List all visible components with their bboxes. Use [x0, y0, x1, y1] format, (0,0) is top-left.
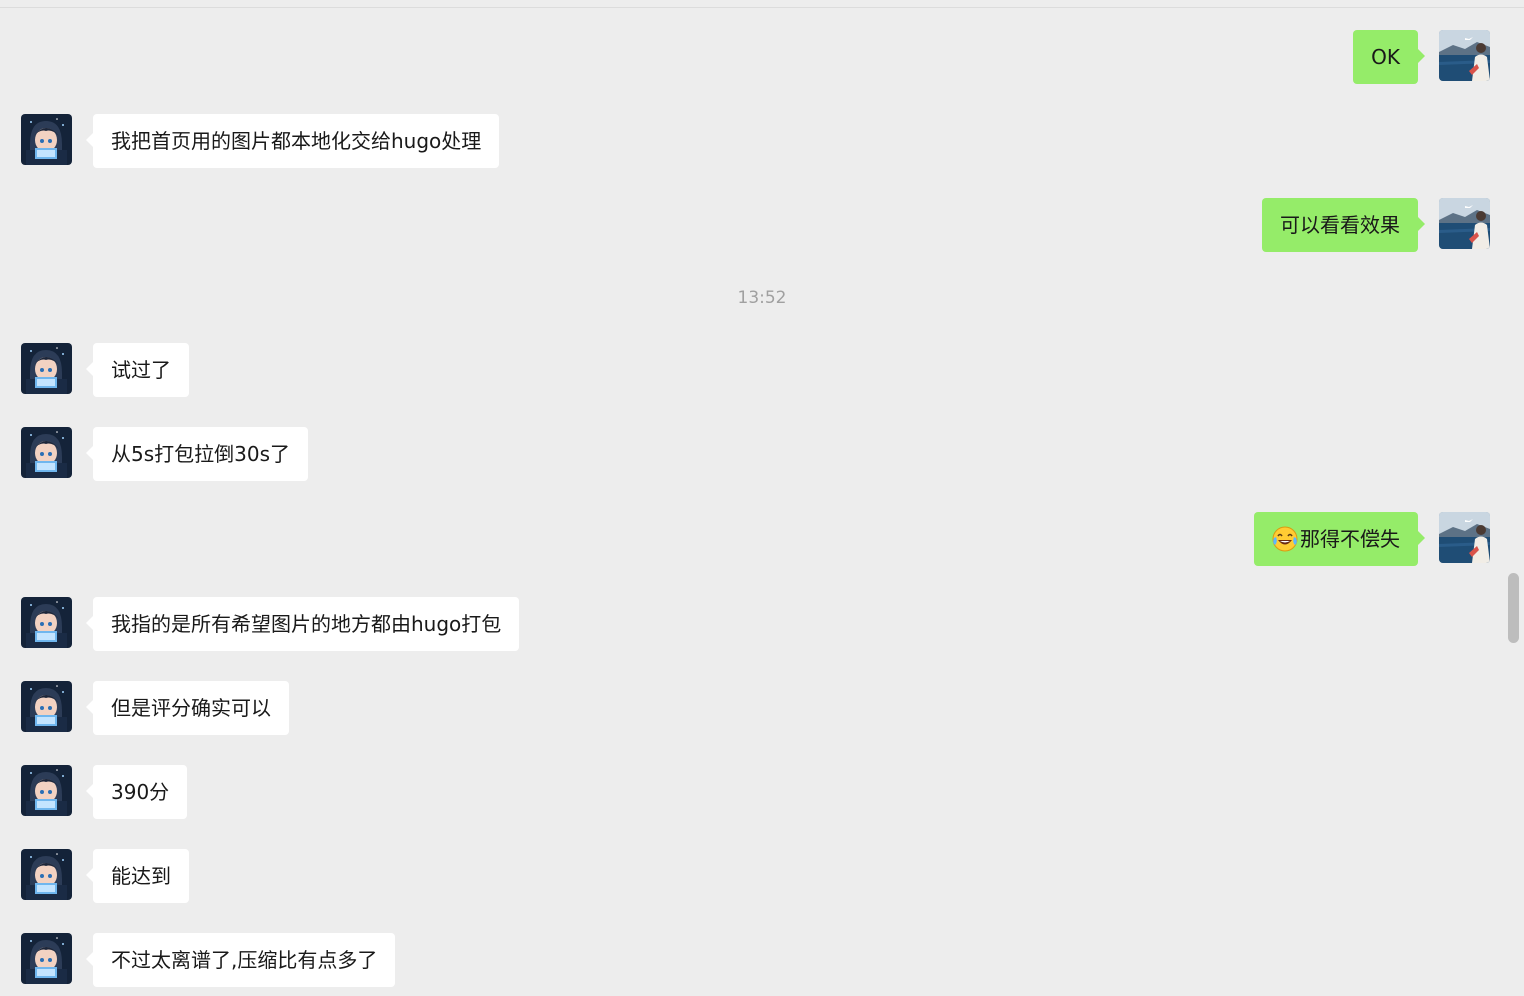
- message-bubble-received[interactable]: 不过太离谱了,压缩比有点多了: [85, 933, 396, 987]
- message-bubble-received[interactable]: 我把首页用的图片都本地化交给hugo处理: [85, 114, 500, 168]
- seaside-avatar-icon[interactable]: [1439, 198, 1490, 249]
- anime-hooded-avatar-icon[interactable]: [21, 681, 72, 732]
- chat-panel: OK 我把首页用的图片都本地化交给hugo处理 可以看看效果 13:52 试过了…: [0, 0, 1524, 996]
- message-bubble-sent[interactable]: OK: [1353, 30, 1425, 84]
- anime-hooded-avatar-icon[interactable]: [21, 597, 72, 648]
- message-bubble-received[interactable]: 390分: [85, 765, 188, 819]
- message-bubble-received[interactable]: 能达到: [86, 849, 189, 903]
- chat-timestamp: 13:52: [737, 288, 787, 308]
- scrollbar-thumb[interactable]: [1508, 573, 1519, 643]
- anime-hooded-avatar-icon[interactable]: [21, 427, 72, 478]
- message-bubble-sent[interactable]: 可以看看效果: [1262, 198, 1425, 252]
- anime-hooded-avatar-icon[interactable]: [21, 765, 72, 816]
- seaside-avatar-icon[interactable]: [1439, 30, 1490, 81]
- seaside-avatar-icon[interactable]: [1439, 512, 1490, 563]
- laugh-cry-emoji-icon: [1272, 526, 1298, 551]
- anime-hooded-avatar-icon[interactable]: [21, 343, 72, 394]
- anime-hooded-avatar-icon[interactable]: [21, 114, 72, 165]
- anime-hooded-avatar-icon[interactable]: [21, 849, 72, 900]
- message-bubble-received[interactable]: 从5s打包拉倒30s了: [85, 427, 309, 481]
- anime-hooded-avatar-icon[interactable]: [21, 933, 72, 984]
- message-bubble-sent[interactable]: 那得不偿失: [1254, 512, 1425, 566]
- top-divider: [0, 7, 1524, 8]
- message-text: 那得不偿失: [1300, 527, 1400, 551]
- message-bubble-received[interactable]: 我指的是所有希望图片的地方都由hugo打包: [85, 597, 520, 651]
- message-bubble-received[interactable]: 但是评分确实可以: [86, 681, 289, 735]
- message-bubble-received[interactable]: 试过了: [86, 343, 189, 397]
